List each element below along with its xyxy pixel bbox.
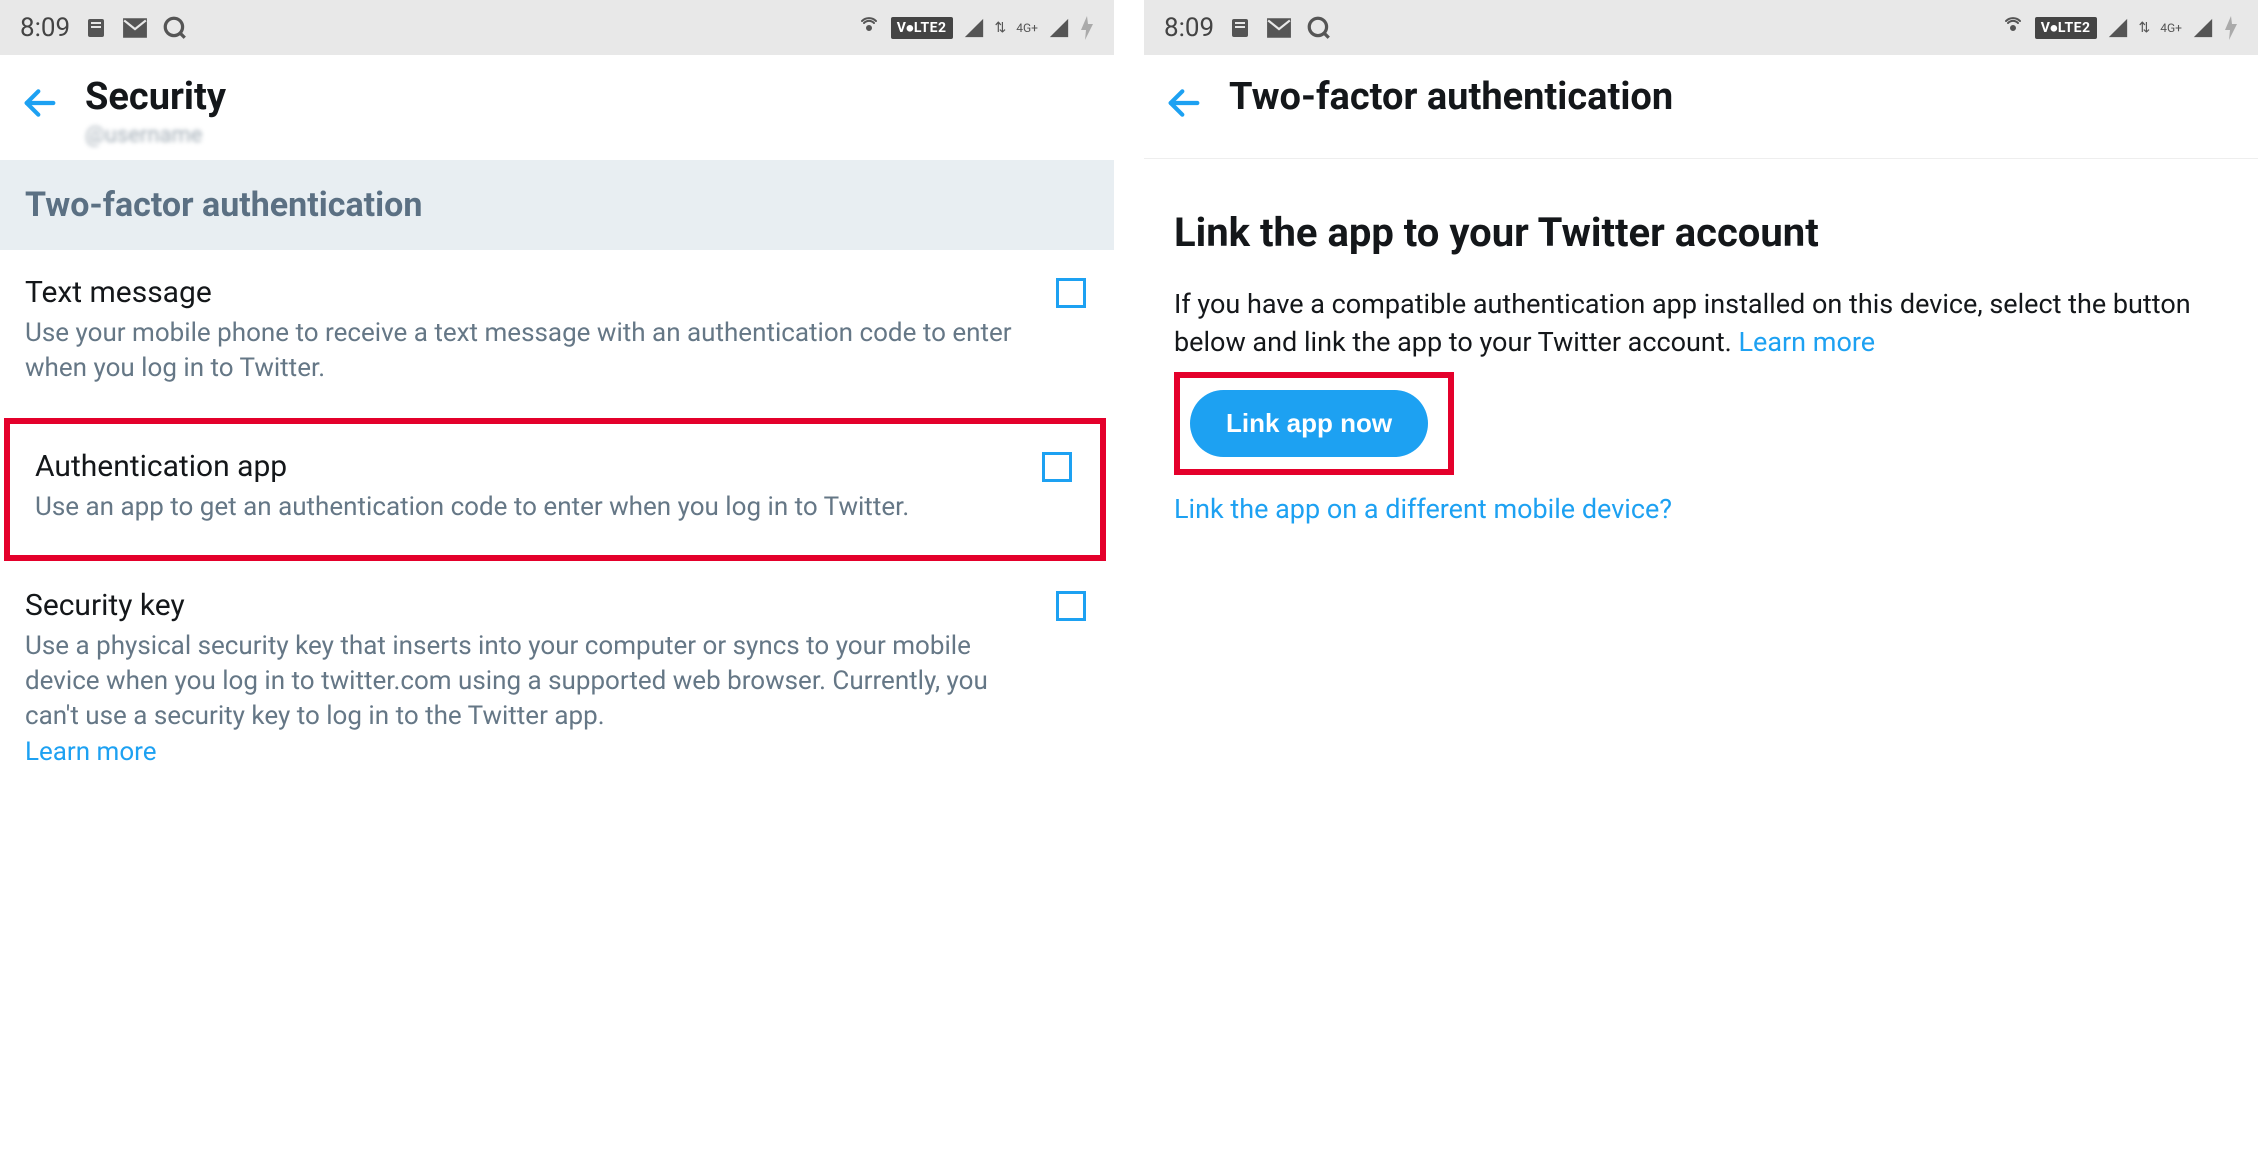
screen-security-settings: 8:09 V⦁LTE2 ⇅ 4G+	[0, 0, 1114, 1166]
body-text-span: If you have a compatible authentication …	[1174, 288, 2191, 358]
notification-icon	[1228, 16, 1252, 40]
link-different-device[interactable]: Link the app on a different mobile devic…	[1174, 493, 1672, 525]
back-arrow-icon[interactable]	[1164, 83, 1204, 133]
header-titles: Security @username	[85, 75, 226, 148]
option-description: Use an app to get an authentication code…	[35, 490, 1075, 525]
page-title: Two-factor authentication	[1229, 75, 1673, 119]
signal-icon-1	[2107, 17, 2129, 39]
back-arrow-icon[interactable]	[20, 83, 60, 133]
option-security-key[interactable]: Security key Use a physical security key…	[0, 563, 1114, 799]
hotspot-icon	[857, 16, 881, 40]
checkbox-security-key[interactable]	[1056, 591, 1086, 621]
status-bar-right: V⦁LTE2 ⇅ 4G+	[2001, 16, 2238, 40]
battery-charging-icon	[1080, 16, 1094, 40]
status-bar-left: 8:09	[1164, 13, 1332, 43]
learn-more-link[interactable]: Learn more	[1738, 326, 1875, 358]
header-titles: Two-factor authentication	[1229, 75, 1673, 119]
signal-icon-2	[2192, 17, 2214, 39]
option-title: Security key	[25, 588, 1089, 623]
section-header-2fa: Two-factor authentication	[0, 160, 1114, 250]
status-bar: 8:09 V⦁LTE2 ⇅ 4G+	[0, 0, 1114, 55]
gmail-icon	[122, 15, 148, 41]
option-text-message[interactable]: Text message Use your mobile phone to re…	[0, 250, 1114, 416]
signal-icon-1	[963, 17, 985, 39]
status-bar: 8:09 V⦁LTE2 ⇅ 4G+	[1144, 0, 2258, 55]
highlight-annotation: Link app now	[1174, 372, 1454, 475]
checkbox-text-message[interactable]	[1056, 278, 1086, 308]
status-bar-right: V⦁LTE2 ⇅ 4G+	[857, 16, 1094, 40]
page-heading: Link the app to your Twitter account	[1174, 209, 2228, 256]
option-description: Use a physical security key that inserts…	[25, 629, 1089, 769]
option-title: Text message	[25, 275, 1089, 310]
battery-charging-icon	[2224, 16, 2238, 40]
network-label: 4G+	[1016, 21, 1038, 35]
option-description: Use your mobile phone to receive a text …	[25, 316, 1089, 386]
app-header: Two-factor authentication	[1144, 55, 2258, 159]
data-arrows-icon: ⇅	[995, 20, 1007, 36]
gmail-icon	[1266, 15, 1292, 41]
network-label: 4G+	[2160, 21, 2182, 35]
notification-icon	[84, 16, 108, 40]
status-bar-left: 8:09	[20, 13, 188, 43]
option-title: Authentication app	[35, 449, 1075, 484]
volte-badge: V⦁LTE2	[891, 17, 953, 39]
data-arrows-icon: ⇅	[2139, 20, 2151, 36]
volte-badge: V⦁LTE2	[2035, 17, 2097, 39]
hotspot-icon	[2001, 16, 2025, 40]
option-description-text: Use a physical security key that inserts…	[25, 631, 988, 731]
q-icon	[1306, 15, 1332, 41]
checkbox-authentication-app[interactable]	[1042, 452, 1072, 482]
page-title: Security	[85, 75, 226, 119]
screen-link-app: 8:09 V⦁LTE2 ⇅ 4G+	[1144, 0, 2258, 1166]
learn-more-link[interactable]: Learn more	[25, 737, 157, 767]
app-header: Security @username	[0, 55, 1114, 160]
content-area: Link the app to your Twitter account If …	[1144, 159, 2258, 555]
body-text: If you have a compatible authentication …	[1174, 286, 2228, 362]
q-icon	[162, 15, 188, 41]
option-authentication-app[interactable]: Authentication app Use an app to get an …	[10, 424, 1100, 555]
link-app-now-button[interactable]: Link app now	[1190, 390, 1428, 457]
status-time: 8:09	[20, 13, 70, 43]
signal-icon-2	[1048, 17, 1070, 39]
highlight-annotation: Authentication app Use an app to get an …	[4, 418, 1106, 561]
page-subtitle-username: @username	[85, 123, 226, 148]
status-time: 8:09	[1164, 13, 1214, 43]
